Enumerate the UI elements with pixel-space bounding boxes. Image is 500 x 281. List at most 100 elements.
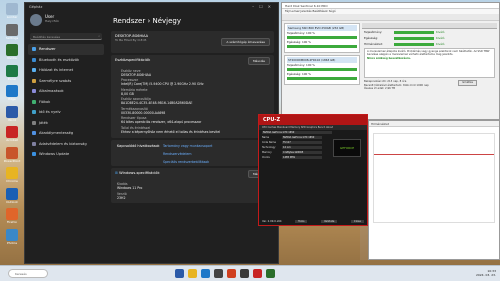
desktop-icon[interactable]: Nvidia [2, 44, 22, 61]
sidebar-item-label: Fiókok [39, 99, 51, 104]
hds-row-label: Egészség: [364, 36, 379, 40]
sidebar-item[interactable]: Akadálymentesség [28, 128, 104, 139]
sidebar-item[interactable]: Adatvédelem és biztonság [28, 139, 104, 150]
nav-icon [32, 120, 36, 125]
hds-row-bar [394, 42, 434, 46]
nav-icon [32, 110, 36, 115]
clock[interactable]: 10:33 2024. 03. 23. [476, 269, 496, 277]
desktop-icon[interactable]: PowerPoint [2, 146, 22, 164]
windows-specs-header[interactable]: ⊞ Windows-specifikációkMásolás [111, 168, 274, 178]
link-advanced-settings[interactable]: Speciális rendszerbeállítások [163, 160, 209, 164]
window-controls[interactable]: –☐✕ [252, 4, 276, 9]
settings-search-input[interactable]: Beállítás keresése ⌕ [30, 33, 102, 40]
cpu-z-window: CPU-Z CPU Caches Mainboard Memory SPD Gr… [258, 114, 368, 226]
hds-stat-line: Összes írt adat: 2,96 TB [364, 87, 396, 91]
hds-status-rows: Teljesítmény: Kiváló Egészség: Kiváló Hőmérs… [362, 29, 497, 47]
desktop-icon[interactable]: Photos [2, 228, 22, 246]
taskbar-app-icon[interactable] [253, 269, 262, 278]
taskbar-app-icon[interactable] [266, 269, 275, 278]
sidebar-item[interactable]: Windows Update [28, 149, 104, 160]
device-specs-header[interactable]: Eszközspecifikációk Másolás [111, 55, 274, 65]
desktop-icon[interactable]: Settings [2, 23, 22, 41]
rename-pc-button[interactable]: A számítógép átnevezése [221, 38, 270, 46]
tools-button[interactable]: Tools [295, 220, 308, 223]
disk1-health-bar [287, 45, 357, 48]
taskbar-search[interactable]: Keresés [8, 269, 48, 278]
temperature-graph-window: Hőmérséklet [368, 120, 500, 260]
spec-value: 8,00 GB [121, 91, 134, 96]
app-icon [6, 146, 18, 159]
desktop-icon[interactable]: Word [2, 105, 22, 123]
app-icon [6, 126, 18, 138]
desktop-icon-label: Word [8, 118, 16, 122]
sidebar-item[interactable]: Játék [28, 118, 104, 129]
disk-item-ssd[interactable]: Samsung SSD 860 EVO 250GB (232 GB) Telje… [284, 23, 360, 53]
sidebar-item[interactable]: Hálózat és internet [28, 65, 104, 76]
taskbar-app-icon[interactable] [227, 269, 236, 278]
copy-specs-button[interactable]: Másolás [247, 57, 270, 65]
desktop-icon[interactable]: Firefox [2, 208, 22, 225]
link-system-protection[interactable]: Rendszervédelem [163, 152, 191, 156]
breadcrumb-root[interactable]: Rendszer [113, 17, 145, 25]
settings-main: Rendszer › Névjegy DESKTOP-8G6HIAA To Be… [111, 11, 274, 263]
disk2-health-bar [287, 77, 357, 80]
repeat-button[interactable]: Ismétlés [458, 80, 477, 86]
search-placeholder: Beállítás keresése [33, 34, 61, 39]
disk2-health: Egészség: 100 % [287, 72, 311, 76]
user-card[interactable]: User Helyi fiók [25, 11, 107, 29]
disk1-perf: Teljesítmény: 100 % [287, 31, 315, 35]
cpuz-logo: CPU-Z [259, 115, 367, 125]
sidebar-item[interactable]: Rendszer [28, 44, 104, 55]
sidebar-item[interactable]: Idő és nyelv [28, 107, 104, 118]
cpuz-footer: Ver. 2.09.0.x64 Tools Validate Close [262, 220, 364, 223]
desktop-icon-label: Photos [6, 241, 18, 245]
hds-status-row: Hőmérséklet: Kiváló [362, 41, 497, 47]
sidebar-item[interactable]: Alkalmazások [28, 86, 104, 97]
desktop-icon[interactable]: Outlook [2, 187, 22, 205]
app-icon [6, 44, 18, 56]
settings-title: Gépház [29, 5, 43, 9]
hds-row-label: Teljesítmény: [364, 30, 383, 34]
taskbar-app-icon[interactable] [201, 269, 210, 278]
device-specs-card: Eszközspecifikációk Másolás Eszköz neve DE… [111, 55, 274, 138]
sidebar-item-label: Rendszer [39, 47, 56, 52]
taskbar-app-icon[interactable] [214, 269, 223, 278]
sidebar-item[interactable]: Személyre szabás [28, 76, 104, 87]
taskbar-app-icon[interactable] [188, 269, 197, 278]
app-icon [6, 3, 18, 15]
desktop-icon[interactable]: Edge [2, 85, 22, 102]
nav-icon [32, 152, 36, 157]
nav-icon [32, 47, 36, 52]
spec-value: 00330-80000-00000-AA698 [121, 110, 166, 115]
validate-button[interactable]: Validate [320, 220, 338, 223]
hds-toolbar[interactable] [282, 14, 499, 21]
nav-icon [32, 131, 36, 136]
desktop-icon[interactable]: Lomtár [2, 3, 22, 20]
desktop-icon-label: Firefox [7, 221, 17, 224]
disk-item-hdd[interactable]: ST2000DM008-2FR102 (1863 GB) Teljesítmén… [284, 55, 360, 85]
close-button[interactable]: Close [350, 220, 364, 223]
sidebar-item[interactable]: Fiókok [28, 97, 104, 108]
app-icon [6, 23, 18, 36]
desktop-icon-label: Nvidia [7, 57, 17, 60]
desktop-icon[interactable]: Chrome [2, 167, 22, 184]
hds-row-bar [394, 30, 434, 34]
sidebar-item[interactable]: Bluetooth és eszközök [28, 55, 104, 66]
desktop-icon-label: Lomtár [6, 16, 18, 19]
link-domain-workgroup[interactable]: Tartomány vagy munkacsoport [163, 144, 212, 148]
desktop-icon[interactable]: Acrobat [2, 126, 22, 143]
app-icon [6, 105, 18, 118]
taskbar-search-placeholder: Keresés [15, 272, 27, 276]
graph-area [373, 133, 495, 223]
sidebar-item-label: Játék [39, 120, 48, 125]
sidebar-item-label: Adatvédelem és biztonság [39, 141, 87, 146]
taskbar-app-icon[interactable] [240, 269, 249, 278]
hds-row-bar [394, 36, 434, 40]
taskbar-app-icon[interactable] [175, 269, 184, 278]
sidebar-item-label: Windows Update [39, 152, 70, 157]
search-icon: ⌕ [98, 34, 100, 38]
hds-overview: Teljesítmény: Kiváló Egészség: Kiváló Hőmérs… [362, 23, 497, 117]
taskbar: Keresés 10:33 2024. 03. 23. [0, 265, 500, 281]
device-specs-list: Eszköz neve DESKTOP-8G6HIAA Processzor Inte… [111, 65, 274, 138]
desktop-icon[interactable]: Excel [2, 64, 22, 82]
